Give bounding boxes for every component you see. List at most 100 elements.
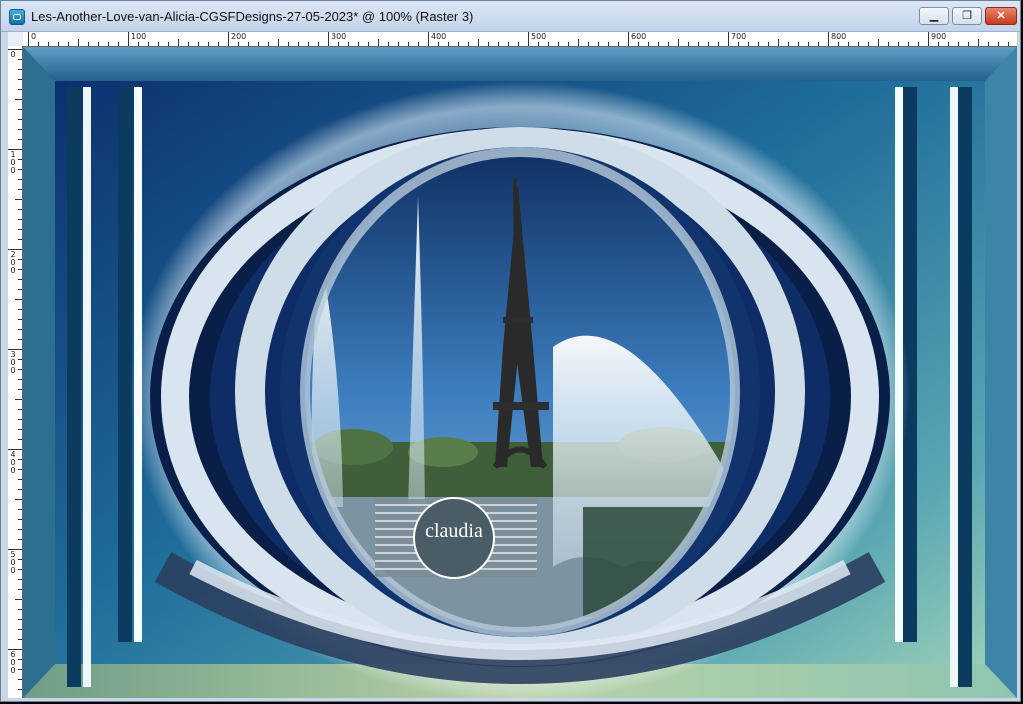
ruler-tick xyxy=(668,42,669,46)
ruler-tick xyxy=(908,42,909,46)
ruler-tick xyxy=(18,219,22,220)
ruler-tick xyxy=(18,429,22,430)
ruler-tick xyxy=(448,42,449,46)
ruler-tick xyxy=(18,409,22,410)
horizontal-ruler[interactable]: 0 100 200 300 400 500 600 700 800 900 xyxy=(23,32,1017,47)
window-title: Les-Another-Love-van-Alicia-CGSFDesigns-… xyxy=(31,9,474,24)
ruler-tick xyxy=(968,42,969,46)
maximize-icon: ❐ xyxy=(962,10,972,22)
ruler-label: 700 xyxy=(731,32,747,41)
ruler-tick xyxy=(18,59,22,60)
ruler-tick xyxy=(18,359,22,360)
ruler-tick xyxy=(18,189,22,190)
ruler-tick xyxy=(398,42,399,46)
ruler-label: 0 xyxy=(10,50,16,59)
ruler-tick xyxy=(388,42,389,46)
title-bar[interactable]: Les-Another-Love-van-Alicia-CGSFDesigns-… xyxy=(1,1,1020,32)
ruler-tick xyxy=(258,42,259,46)
image-window: Les-Another-Love-van-Alicia-CGSFDesigns-… xyxy=(0,0,1021,702)
ruler-tick xyxy=(138,42,139,46)
ruler-tick xyxy=(488,42,489,46)
ruler-label: 400 xyxy=(431,32,447,41)
ruler-tick xyxy=(858,42,859,46)
ruler-tick xyxy=(15,599,22,600)
minimize-button[interactable]: ▁ xyxy=(919,7,949,25)
ruler-tick xyxy=(15,299,22,300)
app-icon xyxy=(9,9,25,25)
ruler-tick xyxy=(198,42,199,46)
ruler-tick xyxy=(518,42,519,46)
ruler-label: 200 xyxy=(231,32,247,41)
ruler-tick xyxy=(18,569,22,570)
ruler-tick xyxy=(338,42,339,46)
ruler-tick xyxy=(18,639,22,640)
ruler-tick xyxy=(468,42,469,46)
ruler-tick xyxy=(18,659,22,660)
ruler-tick xyxy=(508,42,509,46)
ruler-tick xyxy=(158,42,159,46)
ruler-tick xyxy=(78,39,79,46)
ruler-tick xyxy=(15,499,22,500)
ruler-tick xyxy=(238,42,239,46)
ruler-tick xyxy=(38,42,39,46)
ruler-tick xyxy=(18,339,22,340)
image-canvas[interactable]: claudia xyxy=(23,47,1017,698)
ruler-tick xyxy=(18,79,22,80)
close-button[interactable]: ✕ xyxy=(985,7,1017,25)
ruler-tick xyxy=(718,42,719,46)
ruler-tick xyxy=(18,179,22,180)
ruler-tick xyxy=(18,119,22,120)
ruler-tick xyxy=(878,39,879,46)
ruler-tick xyxy=(28,32,29,46)
ruler-tick xyxy=(18,519,22,520)
ruler-tick xyxy=(598,42,599,46)
ruler-tick xyxy=(938,42,939,46)
ruler-tick xyxy=(288,42,289,46)
watermark-badge: claudia xyxy=(375,497,537,579)
ruler-tick xyxy=(658,42,659,46)
maximize-button[interactable]: ❐ xyxy=(952,7,982,25)
artwork: claudia xyxy=(23,47,1017,698)
ruler-tick xyxy=(18,469,22,470)
ruler-tick xyxy=(418,42,419,46)
ruler-tick xyxy=(308,42,309,46)
ruler-tick xyxy=(18,579,22,580)
ruler-tick xyxy=(178,39,179,46)
ruler-tick xyxy=(958,42,959,46)
ruler-tick xyxy=(328,32,329,46)
ruler-tick xyxy=(588,42,589,46)
ruler-label: 600 xyxy=(10,650,16,675)
ruler-tick xyxy=(888,42,889,46)
ruler-tick xyxy=(988,42,989,46)
ruler-tick xyxy=(18,309,22,310)
ruler-tick xyxy=(358,42,359,46)
ruler-tick xyxy=(558,42,559,46)
ruler-tick xyxy=(18,129,22,130)
ruler-tick xyxy=(978,39,979,46)
ruler-tick xyxy=(848,42,849,46)
ruler-tick xyxy=(348,42,349,46)
ruler-tick xyxy=(18,459,22,460)
ruler-tick xyxy=(838,42,839,46)
ruler-tick xyxy=(18,629,22,630)
ruler-tick xyxy=(458,42,459,46)
ruler-tick xyxy=(18,109,22,110)
ruler-tick xyxy=(188,42,189,46)
ruler-tick xyxy=(698,42,699,46)
ruler-tick xyxy=(618,42,619,46)
ruler-label: 0 xyxy=(31,32,37,41)
ruler-tick xyxy=(728,32,729,46)
ruler-tick xyxy=(18,389,22,390)
ruler-tick xyxy=(98,42,99,46)
ruler-tick xyxy=(18,419,22,420)
ruler-tick xyxy=(68,42,69,46)
ruler-tick xyxy=(18,609,22,610)
ruler-tick xyxy=(528,32,529,46)
ruler-tick xyxy=(18,159,22,160)
ruler-tick xyxy=(18,89,22,90)
ruler-tick xyxy=(15,199,22,200)
ruler-tick xyxy=(18,289,22,290)
ruler-tick xyxy=(18,669,22,670)
ruler-tick xyxy=(948,42,949,46)
vertical-ruler[interactable]: 0 100 200 300 400 500 600 xyxy=(8,46,23,698)
